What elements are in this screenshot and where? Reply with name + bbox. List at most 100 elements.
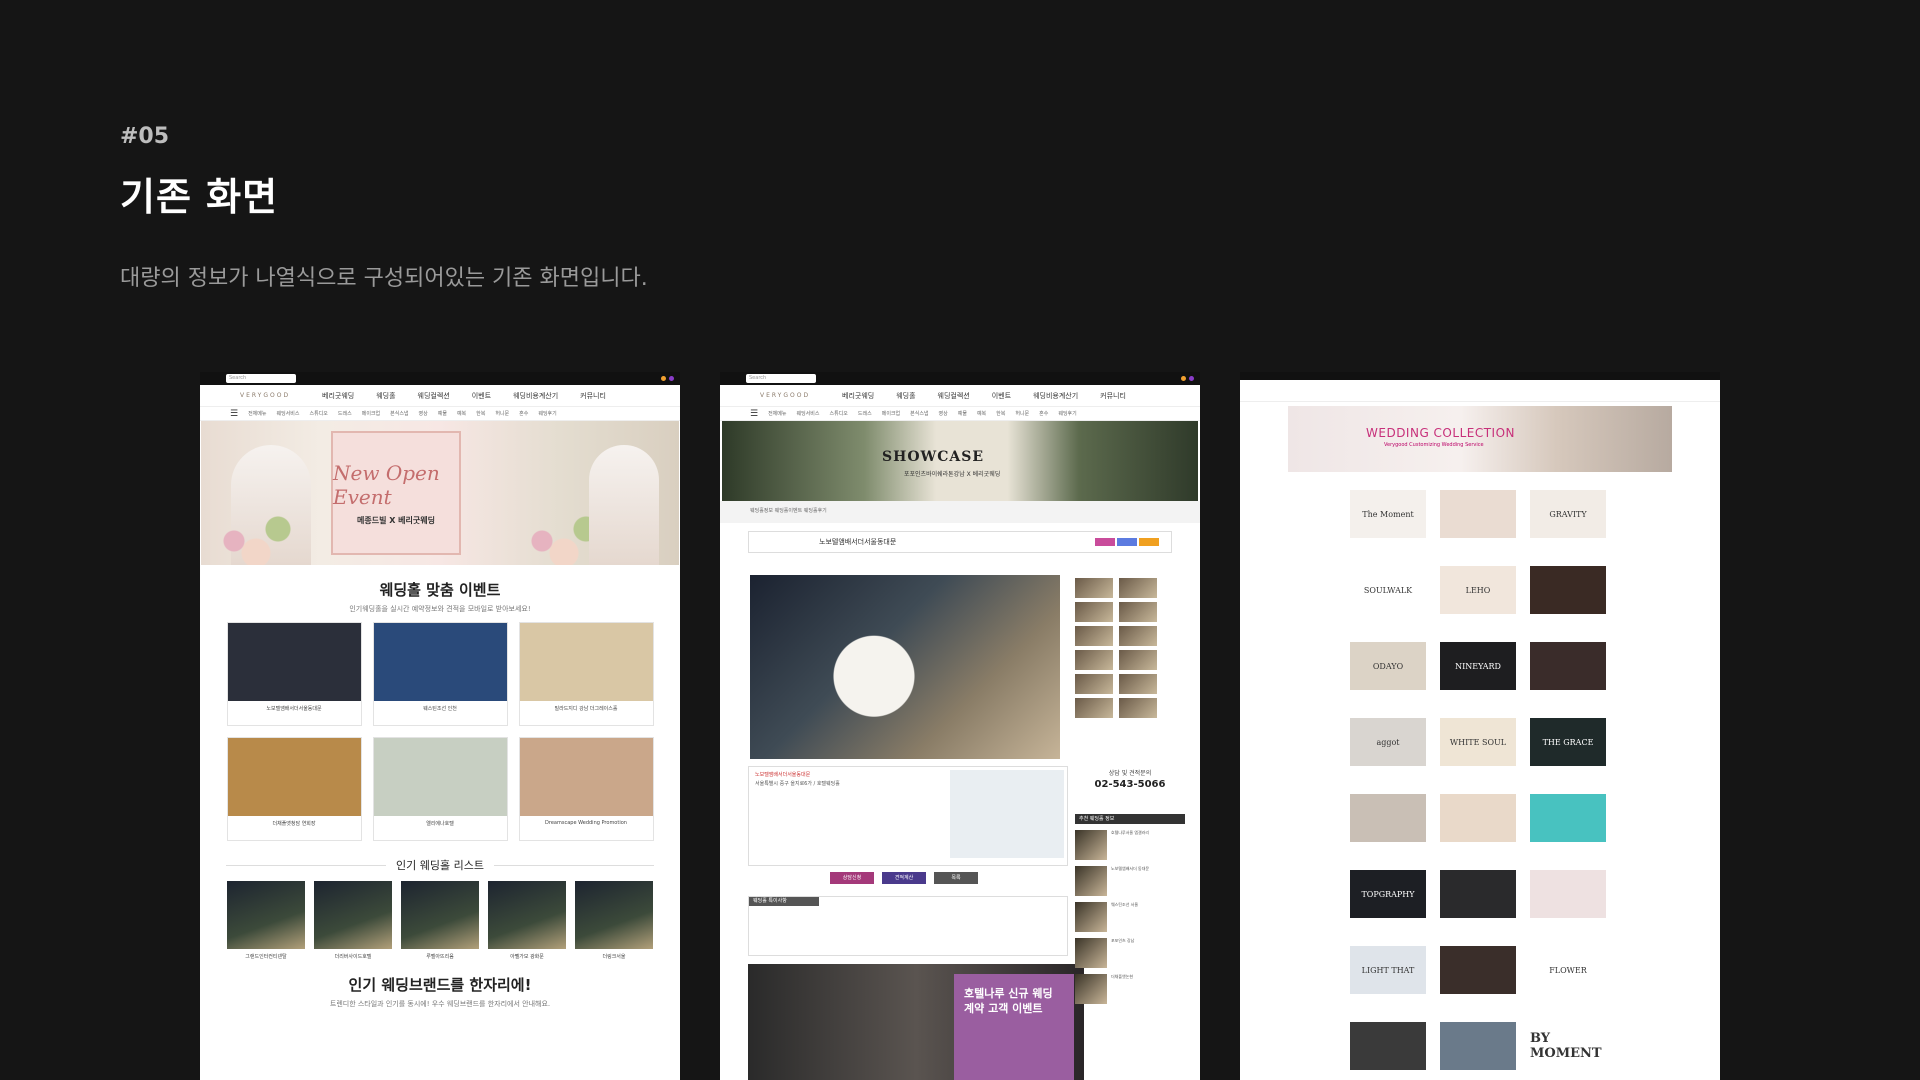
sub-nav-item[interactable]: 허니문 [1015, 410, 1029, 417]
event-banner[interactable]: 호텔나루 신규 웨딩 계약 고객 이벤트 [748, 964, 1084, 1080]
event-tile[interactable]: 노보텔앰배서더서울동대문 [226, 622, 362, 726]
sub-nav-item[interactable]: 메이크업 [882, 410, 900, 417]
thumbnail[interactable] [1075, 578, 1113, 598]
sub-nav-item[interactable]: 메이크업 [362, 410, 380, 417]
app-icon[interactable] [1189, 376, 1194, 381]
brand-tile[interactable] [1530, 794, 1606, 856]
hall-card[interactable]: 루벨아뜨리움 [401, 881, 479, 960]
nav-item[interactable]: 커뮤니티 [580, 391, 606, 401]
brand-tile[interactable] [1530, 566, 1606, 628]
nav-item[interactable]: 웨딩비용계산기 [1033, 391, 1078, 401]
collection-banner[interactable]: WEDDING COLLECTION Verygood Customizing … [1288, 406, 1672, 472]
brand-tile[interactable]: SOULWALK [1350, 566, 1426, 628]
search-input[interactable]: Search [226, 374, 296, 383]
sub-nav-item[interactable]: 본식스냅 [390, 410, 408, 417]
recommend-item[interactable]: 웨스틴조선 서울 [1075, 902, 1185, 932]
brand-tile[interactable]: GRAVITY [1530, 490, 1606, 552]
brand-tile[interactable]: The Moment [1350, 490, 1426, 552]
consult-button[interactable]: 상담신청 [830, 872, 874, 884]
event-tile[interactable]: 엘리에나호텔 [372, 737, 508, 841]
venue-main-photo[interactable] [750, 575, 1060, 759]
hall-card[interactable]: 그랜드인터컨티넨탈 [227, 881, 305, 960]
recommend-item[interactable]: 포포인츠 강남 [1075, 938, 1185, 968]
brand-tile[interactable]: TOPGRAPHY [1350, 870, 1426, 932]
brand-tile[interactable] [1440, 870, 1516, 932]
nav-item[interactable]: 웨딩홀 [376, 391, 395, 401]
sub-nav-item[interactable]: 전체메뉴 [768, 410, 786, 417]
sub-nav-item[interactable]: 예물 [438, 410, 447, 417]
hall-card[interactable]: 더링크서울 [575, 881, 653, 960]
thumbnail[interactable] [1119, 602, 1157, 622]
app-icon[interactable] [669, 376, 674, 381]
showcase-banner[interactable]: SHOWCASE 포포인츠바이쉐라톤강남 X 베리굿웨딩 [722, 421, 1198, 501]
sub-nav-item[interactable]: 예물 [958, 410, 967, 417]
estimate-button[interactable]: 견적계산 [882, 872, 926, 884]
hamburger-icon[interactable]: ☰ [750, 409, 758, 419]
app-icon[interactable] [661, 376, 666, 381]
nav-item[interactable]: 웨딩비용계산기 [513, 391, 558, 401]
thumbnail[interactable] [1075, 650, 1113, 670]
sub-nav-item[interactable]: 웨딩후기 [1058, 410, 1076, 417]
brand-tile[interactable]: LEHO [1440, 566, 1516, 628]
thumbnail[interactable] [1075, 674, 1113, 694]
search-input[interactable]: Search [746, 374, 816, 383]
brand-tile[interactable] [1350, 794, 1426, 856]
brand-tile[interactable] [1440, 794, 1516, 856]
sub-nav-item[interactable]: 웨딩서비스 [276, 410, 299, 417]
brand-tile[interactable]: THE GRACE [1530, 718, 1606, 780]
nav-item[interactable]: 웨딩컬렉션 [938, 391, 970, 401]
hamburger-icon[interactable]: ☰ [230, 409, 238, 419]
thumbnail[interactable] [1119, 674, 1157, 694]
nav-item[interactable]: 이벤트 [472, 391, 491, 401]
contact-phone[interactable]: 02-543-5066 [1075, 779, 1185, 790]
nav-item[interactable]: 이벤트 [992, 391, 1011, 401]
sub-nav-item[interactable]: 한복 [476, 410, 485, 417]
nav-item[interactable]: 웨딩홀 [896, 391, 915, 401]
detail-tabs[interactable]: 웨딩홀정보 웨딩홀이벤트 웨딩홀후기 [720, 501, 1200, 523]
sub-nav-item[interactable]: 스튜디오 [830, 410, 848, 417]
sub-nav-item[interactable]: 웨딩후기 [538, 410, 556, 417]
event-tile[interactable]: 웨스틴조선 인천 [372, 622, 508, 726]
recommend-item[interactable]: 노보텔앰배서더 동대문 [1075, 866, 1185, 896]
venue-map[interactable] [950, 770, 1064, 858]
sub-nav-item[interactable]: 한복 [996, 410, 1005, 417]
brand-tile[interactable] [1530, 870, 1606, 932]
recommend-item[interactable]: 호텔나루서울 엠갤러리 [1075, 830, 1185, 860]
sub-nav-item[interactable]: 허니문 [495, 410, 509, 417]
sub-nav-item[interactable]: 예복 [977, 410, 986, 417]
sub-nav-item[interactable]: 혼수 [519, 410, 528, 417]
sub-nav-item[interactable]: 영상 [939, 410, 948, 417]
thumbnail[interactable] [1075, 602, 1113, 622]
event-tile[interactable]: Dreamscape Wedding Promotion [518, 737, 654, 841]
brand-tile[interactable]: aggot [1350, 718, 1426, 780]
list-button[interactable]: 목록 [934, 872, 978, 884]
sub-nav-item[interactable]: 드레스 [858, 410, 872, 417]
sub-nav-item[interactable]: 영상 [419, 410, 428, 417]
brand-tile[interactable]: NINEYARD [1440, 642, 1516, 704]
nav-item[interactable]: 베리굿웨딩 [322, 391, 354, 401]
event-tile[interactable]: 빌라드지디 강남 더그레이스홀 [518, 622, 654, 726]
brand-tile[interactable] [1440, 946, 1516, 1008]
sub-nav-item[interactable]: 전체메뉴 [248, 410, 266, 417]
thumbnail[interactable] [1119, 650, 1157, 670]
brand-tile[interactable] [1440, 490, 1516, 552]
sub-nav-item[interactable]: 드레스 [338, 410, 352, 417]
brand-tile[interactable]: BY MOMENT [1530, 1022, 1606, 1080]
sub-nav-item[interactable]: 스튜디오 [310, 410, 328, 417]
brand-tile[interactable] [1440, 1022, 1516, 1080]
brand-tile[interactable]: WHITE SOUL [1440, 718, 1516, 780]
sub-nav-item[interactable]: 혼수 [1039, 410, 1048, 417]
hero-banner[interactable]: New Open Event 메종드빌 X 베리굿웨딩 [201, 421, 679, 565]
brand-tile[interactable] [1530, 642, 1606, 704]
brand-tile[interactable]: LIGHT THAT [1350, 946, 1426, 1008]
thumbnail[interactable] [1119, 626, 1157, 646]
sub-nav-item[interactable]: 예복 [457, 410, 466, 417]
hall-card[interactable]: 아펠가모 광화문 [488, 881, 566, 960]
nav-item[interactable]: 베리굿웨딩 [842, 391, 874, 401]
site-logo[interactable]: VERYGOOD [760, 392, 820, 399]
sub-nav-item[interactable]: 웨딩서비스 [796, 410, 819, 417]
recommend-item[interactable]: 더채플앳논현 [1075, 974, 1185, 1004]
thumbnail[interactable] [1119, 578, 1157, 598]
hall-card[interactable]: 더리버사이드호텔 [314, 881, 392, 960]
thumbnail[interactable] [1075, 626, 1113, 646]
